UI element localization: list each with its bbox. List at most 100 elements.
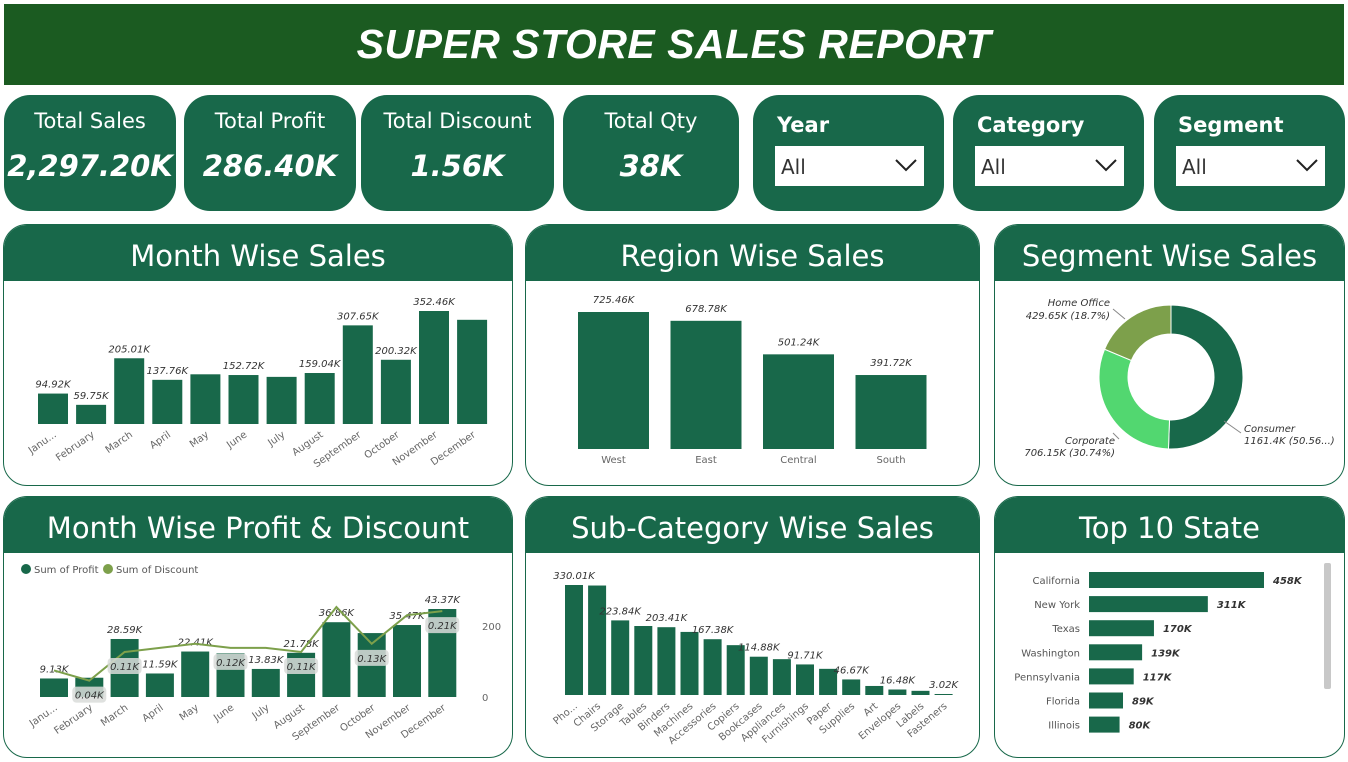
- kpi-label: Total Profit: [214, 109, 326, 133]
- data-label: 94.92K: [35, 380, 72, 391]
- bar: [1089, 596, 1208, 613]
- slice-label: Corporate: [1065, 436, 1115, 447]
- bar: [419, 311, 449, 424]
- bar: [634, 626, 653, 695]
- year-slicer: Year All: [753, 95, 944, 211]
- bar: [680, 631, 699, 695]
- discount-label: 0.04K: [75, 691, 105, 702]
- y2-tick-label: 0: [482, 693, 488, 704]
- bar: [1089, 716, 1120, 733]
- discount-label: 0.21K: [428, 621, 458, 632]
- x-tick-label: West: [601, 455, 626, 466]
- kpi-card-total-sales: Total Sales 2,297.20K: [4, 95, 176, 211]
- slicer-label: Segment: [1178, 113, 1284, 137]
- kpi-label: Total Qty: [604, 109, 698, 133]
- bar: [181, 651, 210, 697]
- data-label: 139K: [1151, 648, 1181, 659]
- kpi-value: 1.56K: [410, 149, 505, 183]
- y-tick-label: Florida: [1046, 697, 1080, 708]
- report-title: SUPER STORE SALES REPORT: [356, 21, 992, 67]
- slice-value: 1161.4K (50.56...): [1244, 436, 1335, 447]
- data-label: 203.41K: [646, 613, 689, 624]
- x-tick-label: July: [265, 429, 287, 449]
- data-label: 159.04K: [299, 359, 342, 370]
- data-label: 205.01K: [108, 344, 151, 355]
- top-states-panel: Top 10 State California 458K New York 311K T…: [994, 496, 1345, 758]
- data-label: 725.46K: [593, 295, 636, 306]
- data-label: 13.83K: [248, 655, 285, 666]
- year-dropdown[interactable]: All: [775, 146, 924, 186]
- bar: [865, 685, 884, 695]
- bar: [152, 379, 183, 424]
- region-sales-panel: Region Wise Sales 725.46K West 678.78K East…: [525, 224, 980, 486]
- bar: [266, 376, 297, 424]
- data-label: 114.88K: [738, 643, 781, 654]
- leader-line: [1223, 420, 1242, 434]
- x-tick-label: May: [178, 702, 201, 723]
- bar: [796, 664, 814, 695]
- bar: [749, 656, 768, 695]
- data-label: 117K: [1143, 672, 1173, 683]
- x-tick-label: Janu...: [26, 429, 59, 457]
- data-label: 59.75K: [74, 391, 111, 402]
- data-label: 137.76K: [147, 366, 190, 377]
- bar: [145, 673, 174, 697]
- x-tick-label: March: [104, 429, 135, 455]
- x-tick-label: March: [99, 702, 130, 728]
- y-tick-label: Illinois: [1048, 721, 1080, 732]
- data-label: 21.78K: [284, 639, 321, 650]
- bar: [565, 585, 583, 695]
- data-label: 167.38K: [692, 625, 735, 636]
- data-label: 307.65K: [337, 311, 380, 322]
- data-label: 311K: [1217, 600, 1247, 611]
- kpi-value: 38K: [619, 149, 683, 183]
- subcategory-sales-panel: Sub-Category Wise Sales 330.01K Pho... Cha…: [525, 496, 980, 758]
- y2-tick-label: 200: [482, 622, 501, 633]
- slice-label: Consumer: [1244, 424, 1296, 435]
- slice-value: 429.65K (18.7%): [1026, 311, 1110, 322]
- x-tick-label: May: [188, 429, 211, 450]
- discount-label: 0.12K: [216, 658, 246, 669]
- kpi-card-total-profit: Total Profit 286.40K: [184, 95, 356, 211]
- kpi-label: Total Sales: [34, 109, 146, 133]
- bar: [657, 627, 676, 695]
- bar: [251, 668, 280, 697]
- data-label: 678.78K: [685, 304, 728, 315]
- data-label: 152.72K: [223, 361, 266, 372]
- data-label: 80K: [1129, 721, 1152, 732]
- bar: [393, 625, 421, 697]
- bar: [888, 689, 907, 695]
- month-profit-panel: Month Wise Profit & Discount Sum of Prof…: [3, 496, 513, 758]
- legend-label: Sum of Discount: [116, 565, 198, 576]
- scrollbar-thumb[interactable]: [1324, 563, 1331, 689]
- x-tick-label: July: [250, 702, 272, 722]
- kpi-label: Total Discount: [383, 109, 532, 133]
- bar: [1089, 620, 1154, 637]
- x-tick-label: February: [52, 702, 95, 736]
- slicer-label: Category: [977, 113, 1085, 137]
- bar: [1089, 668, 1134, 685]
- segment-sales-panel: Segment Wise Sales Consumer 1161.4K (50.5…: [994, 224, 1345, 486]
- x-tick-label: February: [54, 429, 97, 463]
- bar: [911, 690, 930, 695]
- x-tick-label: Central: [780, 455, 816, 466]
- subcategory-sales-chart: 330.01KPho...Chairs223.84KStorageTables2…: [552, 571, 960, 747]
- data-label: 458K: [1272, 576, 1303, 587]
- bar: [190, 374, 221, 424]
- data-label: 28.59K: [107, 625, 144, 636]
- donut-slice: [1167, 304, 1244, 450]
- legend-label: Sum of Profit: [34, 565, 99, 576]
- bar: [578, 312, 649, 449]
- discount-label: 0.13K: [357, 654, 387, 665]
- category-dropdown[interactable]: All: [975, 146, 1124, 186]
- bar: [611, 620, 630, 695]
- bar: [703, 639, 722, 695]
- donut-slice: [1098, 348, 1171, 450]
- segment-dropdown[interactable]: All: [1176, 146, 1325, 186]
- data-label: 352.46K: [413, 297, 456, 308]
- bar: [304, 373, 335, 424]
- bar: [772, 659, 791, 695]
- data-label: 501.24K: [778, 337, 821, 348]
- month-sales-chart: 94.92K Janu... 59.75K February 205.01K March 1…: [26, 297, 488, 470]
- x-tick-label: South: [876, 455, 905, 466]
